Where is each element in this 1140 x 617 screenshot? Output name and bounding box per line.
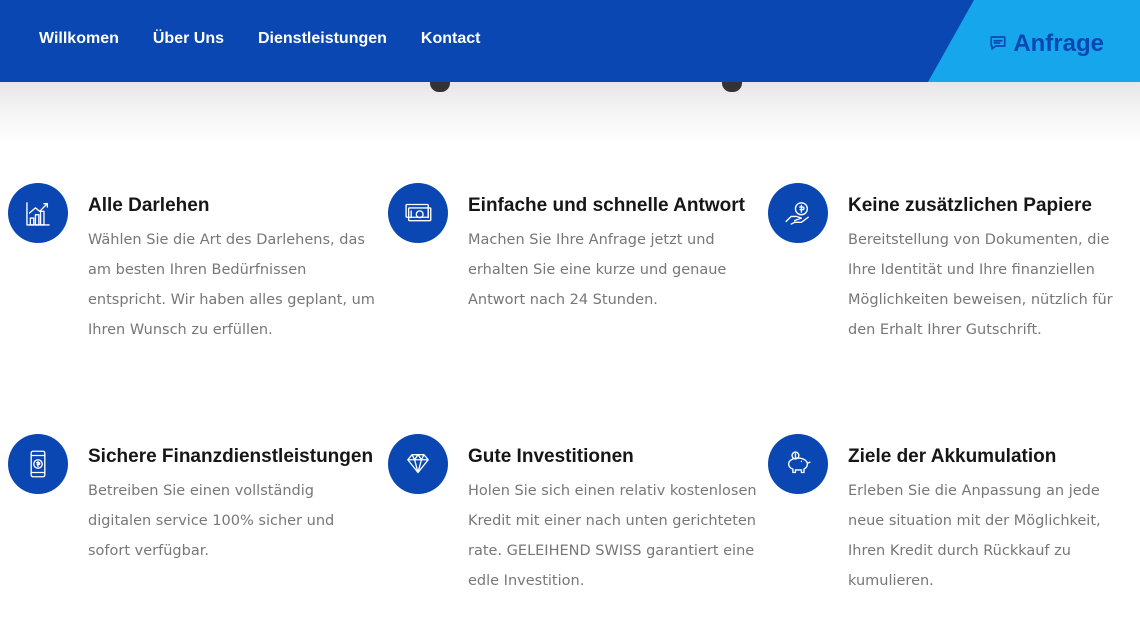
feature-card-keine-papiere: Keine zusätzlichen Papiere Bereitstellun…: [768, 183, 1138, 345]
feature-card-sichere-finanzdienstleistungen: Sichere Finanzdienstleistungen Betreiben…: [8, 434, 378, 566]
banknotes-icon: [405, 203, 432, 222]
anfrage-label: Anfrage: [1013, 30, 1104, 57]
feature-title: Einfache und schnelle Antwort: [468, 195, 745, 216]
feature-icon-container: [768, 434, 828, 494]
nav-link-ueber-uns[interactable]: Über Uns: [153, 30, 224, 48]
feature-card-schnelle-antwort: Einfache und schnelle Antwort Machen Sie…: [388, 183, 758, 315]
diamond-icon: [407, 453, 429, 474]
feature-title: Sichere Finanzdienstleistungen: [88, 446, 374, 467]
feature-description: Betreiben Sie einen vollständig digitale…: [88, 483, 335, 559]
feature-description: Erleben Sie die Anpassung an jede neue s…: [848, 483, 1101, 589]
money-hand-icon: [785, 202, 809, 225]
feature-card-gute-investitionen: Gute Investitionen Holen Sie sich einen …: [388, 434, 758, 596]
features-section: Alle Darlehen Wählen Sie die Art des Dar…: [0, 0, 1140, 617]
feature-description: Holen Sie sich einen relativ kostenlosen…: [468, 483, 757, 589]
feature-icon-container: [768, 183, 828, 243]
feature-title: Alle Darlehen: [88, 195, 210, 216]
feature-card-ziele-akkumulation: Ziele der Akkumulation Erleben Sie die A…: [768, 434, 1138, 596]
chat-icon: [990, 36, 1006, 50]
nav-link-kontact[interactable]: Kontact: [421, 30, 481, 48]
main-nav: Willkomen Über Uns Dienstleistungen Kont…: [39, 30, 480, 48]
anfrage-button[interactable]: Anfrage: [928, 0, 1140, 82]
growth-chart-icon: [26, 202, 50, 226]
top-navigation-bar: Willkomen Über Uns Dienstleistungen Kont…: [0, 0, 1140, 82]
feature-description: Bereitstellung von Dokumenten, die Ihre …: [848, 232, 1113, 338]
nav-link-dienstleistungen[interactable]: Dienstleistungen: [258, 30, 387, 48]
feature-icon-container: [388, 183, 448, 243]
feature-icon-container: [8, 183, 68, 243]
piggy-bank-icon: [787, 451, 811, 474]
feature-title: Keine zusätzlichen Papiere: [848, 195, 1092, 216]
mobile-money-icon: [30, 450, 46, 478]
feature-description: Wählen Sie die Art des Darlehens, das am…: [88, 232, 375, 338]
feature-title: Gute Investitionen: [468, 446, 634, 467]
feature-title: Ziele der Akkumulation: [848, 446, 1057, 467]
feature-icon-container: [8, 434, 68, 494]
feature-card-alle-darlehen: Alle Darlehen Wählen Sie die Art des Dar…: [8, 183, 378, 345]
feature-description: Machen Sie Ihre Anfrage jetzt und erhalt…: [468, 232, 727, 308]
nav-link-willkomen[interactable]: Willkomen: [39, 30, 119, 48]
feature-icon-container: [388, 434, 448, 494]
